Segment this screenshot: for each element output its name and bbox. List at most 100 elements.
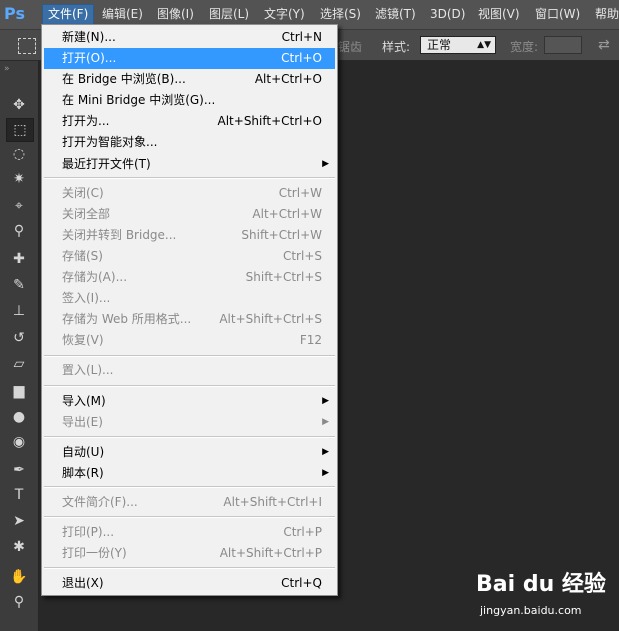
menu-help[interactable]: 帮助 — [590, 5, 619, 24]
dropdown-arrow-icon: ▲▼ — [477, 40, 491, 50]
clone-stamp-tool-icon[interactable]: ⊥ — [6, 300, 32, 322]
menu-select[interactable]: 选择(S) — [315, 5, 366, 24]
menu-item-shortcut: Alt+Shift+Ctrl+S — [219, 312, 322, 326]
menu-item-label: 存储(S) — [62, 249, 103, 263]
healing-brush-tool-icon[interactable]: ✚ — [6, 248, 32, 270]
menu-item-label: 自动(U) — [62, 445, 105, 459]
menu-item-label: 导出(E) — [62, 415, 103, 429]
menu-item-shortcut: Shift+Ctrl+S — [245, 270, 322, 284]
file-menu-item[interactable]: 在 Mini Bridge 中浏览(G)... — [44, 90, 335, 111]
file-menu-item[interactable]: 签入(I)... — [44, 288, 335, 309]
tools-panel: » ✥ ⬚ ◌ ✷ ⌖ ⚲ ✚ ✎ ⊥ ↺ ▱ ▆ ● ◉ ✒ T ➤ ✱ ✋ ⚲ — [0, 61, 39, 631]
file-menu-item[interactable]: 文件简介(F)... Alt+Shift+Ctrl+I — [44, 492, 335, 513]
menu-item-label: 关闭(C) — [62, 186, 104, 200]
swap-arrows-icon[interactable]: ⇄ — [598, 37, 610, 53]
submenu-arrow-icon: ▶ — [322, 396, 329, 406]
type-tool-icon[interactable]: T — [6, 484, 32, 506]
menu-item-label: 退出(X) — [62, 576, 104, 590]
file-menu-item[interactable]: 关闭全部 Alt+Ctrl+W — [44, 204, 335, 225]
file-menu-item[interactable]: 存储为(A)... Shift+Ctrl+S — [44, 267, 335, 288]
lasso-tool-icon[interactable]: ◌ — [6, 143, 32, 165]
menu-separator — [44, 355, 335, 357]
menu-item-label: 打开为智能对象... — [62, 135, 158, 149]
shape-tool-icon[interactable]: ✱ — [6, 536, 32, 558]
file-menu-item[interactable]: 脚本(R) ▶ — [44, 463, 335, 484]
menu-item-label: 存储为 Web 所用格式... — [62, 312, 192, 326]
file-menu-item[interactable]: 关闭(C) Ctrl+W — [44, 183, 335, 204]
file-menu-item[interactable]: 打印一份(Y) Alt+Shift+Ctrl+P — [44, 543, 335, 564]
eyedropper-tool-icon[interactable]: ⚲ — [6, 220, 32, 242]
file-menu-item[interactable]: 置入(L)... — [44, 360, 335, 381]
style-select-value: 正常 — [427, 38, 452, 52]
menu-3d[interactable]: 3D(D) — [425, 5, 470, 24]
menu-separator — [44, 436, 335, 438]
file-menu-item[interactable]: 打开(O)... Ctrl+O — [44, 48, 335, 69]
menu-image[interactable]: 图像(I) — [152, 5, 199, 24]
menu-edit[interactable]: 编辑(E) — [97, 5, 148, 24]
pen-tool-icon[interactable]: ✒ — [6, 459, 32, 481]
menu-separator — [44, 385, 335, 387]
file-menu-item[interactable]: 新建(N)... Ctrl+N — [44, 27, 335, 48]
file-menu-item[interactable]: 导入(M) ▶ — [44, 391, 335, 412]
submenu-arrow-icon: ▶ — [322, 447, 329, 457]
eraser-tool-icon[interactable]: ▱ — [6, 353, 32, 375]
submenu-arrow-icon: ▶ — [322, 417, 329, 427]
menu-item-shortcut: Ctrl+O — [281, 51, 322, 65]
dodge-tool-icon[interactable]: ◉ — [6, 431, 32, 453]
file-menu-item[interactable]: 在 Bridge 中浏览(B)... Alt+Ctrl+O — [44, 69, 335, 90]
menu-item-label: 打印(P)... — [62, 525, 115, 539]
menu-item-label: 文件简介(F)... — [62, 495, 138, 509]
file-menu-item[interactable]: 导出(E) ▶ — [44, 412, 335, 433]
rect-marquee-icon[interactable] — [18, 38, 36, 54]
zoom-tool-icon[interactable]: ⚲ — [6, 591, 32, 613]
menu-item-label: 新建(N)... — [62, 30, 116, 44]
history-brush-tool-icon[interactable]: ↺ — [6, 327, 32, 349]
style-select[interactable]: 正常 ▲▼ — [420, 36, 496, 54]
move-tool-icon[interactable]: ✥ — [6, 94, 32, 116]
menu-item-label: 恢复(V) — [62, 333, 104, 347]
file-menu-item[interactable]: 关闭并转到 Bridge... Shift+Ctrl+W — [44, 225, 335, 246]
file-menu-item[interactable]: 打印(P)... Ctrl+P — [44, 522, 335, 543]
file-menu-item[interactable]: 打开为智能对象... — [44, 132, 335, 153]
menu-item-label: 打开(O)... — [62, 51, 117, 65]
file-menu-item[interactable]: 最近打开文件(T) ▶ — [44, 154, 335, 175]
menu-item-shortcut: Alt+Shift+Ctrl+P — [219, 546, 322, 560]
menu-item-shortcut: Ctrl+Q — [281, 576, 322, 590]
menu-separator — [44, 516, 335, 518]
watermark-brand: Bai du 经验 — [476, 572, 606, 597]
photoshop-logo: Ps — [4, 4, 25, 23]
menu-separator — [44, 486, 335, 488]
file-menu-item[interactable]: 恢复(V) F12 — [44, 330, 335, 351]
rect-marquee-tool-icon[interactable]: ⬚ — [6, 118, 34, 142]
menu-item-shortcut: Alt+Ctrl+W — [252, 207, 322, 221]
magic-wand-tool-icon[interactable]: ✷ — [6, 168, 32, 190]
gradient-tool-icon[interactable]: ▆ — [6, 380, 32, 402]
menu-view[interactable]: 视图(V) — [473, 5, 525, 24]
menu-window[interactable]: 窗口(W) — [530, 5, 585, 24]
file-menu-item[interactable]: 自动(U) ▶ — [44, 442, 335, 463]
file-menu-item[interactable]: 存储为 Web 所用格式... Alt+Shift+Ctrl+S — [44, 309, 335, 330]
width-input[interactable] — [544, 36, 582, 54]
menu-item-shortcut: Alt+Ctrl+O — [254, 72, 322, 86]
file-menu-item[interactable]: 打开为... Alt+Shift+Ctrl+O — [44, 111, 335, 132]
menu-item-label: 打开为... — [62, 114, 110, 128]
file-menu-item[interactable]: 退出(X) Ctrl+Q — [44, 573, 335, 594]
menu-item-label: 导入(M) — [62, 394, 106, 408]
menu-item-shortcut: Ctrl+N — [281, 30, 322, 44]
blur-tool-icon[interactable]: ● — [6, 406, 32, 428]
file-menu-item[interactable]: 存储(S) Ctrl+S — [44, 246, 335, 267]
menu-filter[interactable]: 滤镜(T) — [370, 5, 421, 24]
submenu-arrow-icon: ▶ — [322, 468, 329, 478]
menu-type[interactable]: 文字(Y) — [259, 5, 310, 24]
crop-tool-icon[interactable]: ⌖ — [6, 195, 32, 217]
panel-collapse-icon[interactable]: » — [4, 64, 9, 74]
menu-separator — [44, 177, 335, 179]
anti-alias-label: 锯齿 — [338, 40, 363, 54]
menu-layer[interactable]: 图层(L) — [204, 5, 254, 24]
menu-file[interactable]: 文件(F) — [42, 4, 95, 25]
hand-tool-icon[interactable]: ✋ — [6, 566, 32, 588]
menu-item-label: 置入(L)... — [62, 363, 114, 377]
menu-item-shortcut: Shift+Ctrl+W — [241, 228, 322, 242]
brush-tool-icon[interactable]: ✎ — [6, 274, 32, 296]
path-selection-tool-icon[interactable]: ➤ — [6, 510, 32, 532]
